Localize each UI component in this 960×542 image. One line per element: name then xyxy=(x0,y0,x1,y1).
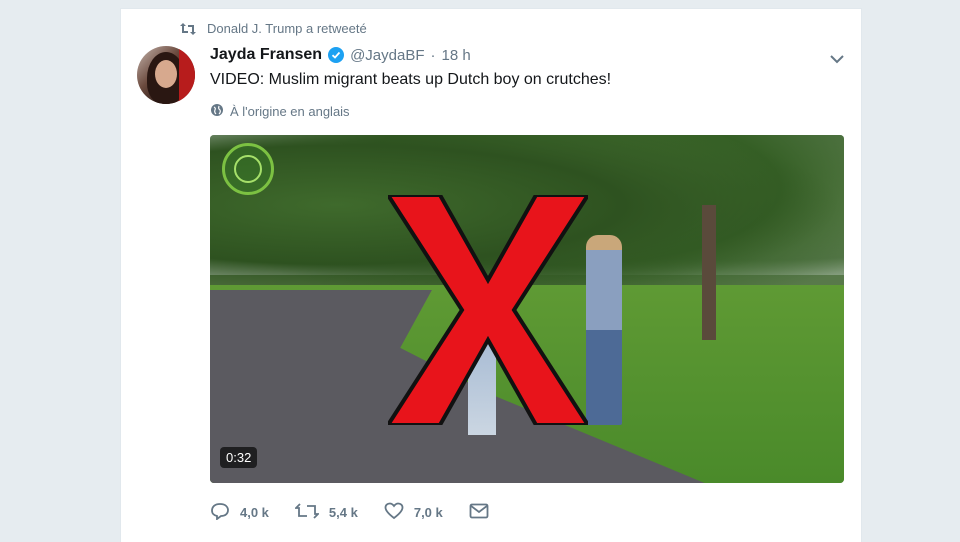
retweet-icon xyxy=(293,502,321,523)
separator-dot: · xyxy=(430,46,436,64)
like-count: 7,0 k xyxy=(413,505,443,520)
video-frame-boy xyxy=(586,235,622,425)
tweet-actions: 4,0 k 5,4 k 7,0 k xyxy=(210,502,489,523)
envelope-icon xyxy=(469,503,489,522)
retweet-count: 5,4 k xyxy=(328,505,358,520)
video-player[interactable]: 0:32 xyxy=(210,135,844,483)
tweet-timestamp[interactable]: 18 h xyxy=(441,47,470,64)
direct-message-button[interactable] xyxy=(469,503,489,522)
author-handle[interactable]: @JaydaBF xyxy=(350,47,424,64)
retweet-button[interactable]: 5,4 k xyxy=(293,502,358,523)
tweet-card[interactable]: Donald J. Trump a retweeté Jayda Fransen… xyxy=(120,8,862,542)
author-name[interactable]: Jayda Fransen xyxy=(210,46,322,64)
chevron-down-icon[interactable] xyxy=(829,51,845,69)
avatar[interactable] xyxy=(137,46,195,104)
like-button[interactable]: 7,0 k xyxy=(384,502,443,523)
video-frame-tree-trunk xyxy=(702,205,716,340)
translation-note-text: À l'origine en anglais xyxy=(230,104,350,119)
reply-count: 4,0 k xyxy=(240,505,269,520)
globe-icon xyxy=(210,103,224,120)
retweet-context-text[interactable]: Donald J. Trump a retweeté xyxy=(207,21,367,36)
red-x-overlay-icon xyxy=(388,195,588,425)
retweet-icon xyxy=(179,22,197,36)
channel-logo-icon xyxy=(222,143,274,195)
heart-icon xyxy=(384,502,404,523)
tweet-text: VIDEO: Muslim migrant beats up Dutch boy… xyxy=(210,71,612,88)
verified-badge-icon xyxy=(328,47,345,63)
retweet-context: Donald J. Trump a retweeté xyxy=(179,21,367,36)
reply-icon xyxy=(210,502,230,523)
tweet-header: Jayda Fransen @JaydaBF · 18 h xyxy=(210,46,471,64)
video-duration-badge: 0:32 xyxy=(220,447,258,468)
translation-note[interactable]: À l'origine en anglais xyxy=(210,103,350,120)
reply-button[interactable]: 4,0 k xyxy=(210,502,269,523)
